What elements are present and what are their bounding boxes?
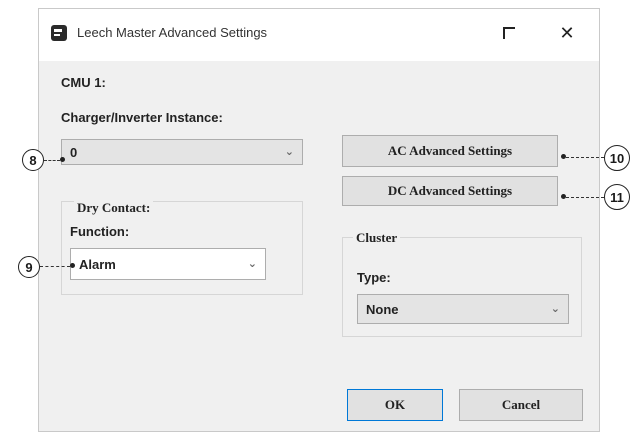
- charger-inverter-instance-select[interactable]: 0 ⌄: [61, 139, 303, 165]
- ac-advanced-settings-button[interactable]: AC Advanced Settings: [342, 135, 558, 167]
- maximize-button[interactable]: [491, 19, 527, 47]
- maximize-icon: [503, 27, 515, 39]
- dc-advanced-settings-button[interactable]: DC Advanced Settings: [342, 176, 558, 206]
- function-label: Function:: [70, 224, 130, 239]
- callout-10: 10: [604, 145, 630, 171]
- ok-button[interactable]: OK: [347, 389, 443, 421]
- charger-inverter-value: 0: [70, 144, 78, 160]
- callout-9: 9: [18, 256, 40, 278]
- callout-9-leader: [40, 266, 70, 267]
- callout-8-leader: [44, 160, 60, 161]
- callout-8: 8: [22, 149, 44, 171]
- callout-9-dot: [70, 263, 75, 268]
- dry-contact-function-value: Alarm: [79, 256, 116, 272]
- cluster-type-value: None: [366, 301, 399, 317]
- callout-10-leader: [566, 157, 604, 158]
- cluster-type-label: Type:: [357, 270, 391, 285]
- dry-contact-function-select[interactable]: Alarm ⌄: [70, 248, 266, 280]
- cluster-title: Cluster: [353, 230, 401, 246]
- close-icon: ✕: [559, 22, 575, 43]
- chevron-down-icon: ⌄: [550, 303, 560, 315]
- callout-11: 11: [604, 184, 630, 210]
- cluster-group: Cluster Type: None ⌄: [342, 230, 582, 337]
- dry-contact-title: Dry Contact:: [74, 200, 154, 216]
- window-title: Leech Master Advanced Settings: [77, 25, 268, 40]
- callout-8-dot: [60, 157, 65, 162]
- chevron-down-icon: ⌄: [284, 146, 294, 158]
- cluster-type-select[interactable]: None ⌄: [357, 294, 569, 324]
- cmu-label: CMU 1:: [61, 75, 106, 90]
- advanced-settings-dialog: Leech Master Advanced Settings ✕ CMU 1: …: [38, 8, 600, 432]
- chevron-down-icon: ⌄: [247, 258, 257, 270]
- title-bar: Leech Master Advanced Settings ✕: [39, 9, 599, 61]
- close-button[interactable]: ✕: [549, 19, 585, 47]
- charger-inverter-label: Charger/Inverter Instance:: [61, 110, 223, 125]
- cancel-button[interactable]: Cancel: [459, 389, 583, 421]
- app-icon: [51, 25, 67, 41]
- callout-11-leader: [566, 197, 604, 198]
- dry-contact-group: Dry Contact: Function: Alarm ⌄: [61, 200, 303, 295]
